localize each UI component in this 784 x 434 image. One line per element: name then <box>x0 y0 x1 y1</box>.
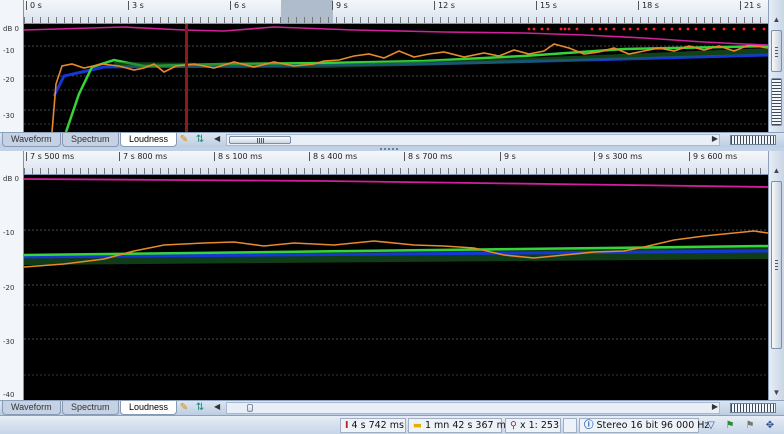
arrow-up-icon[interactable]: ▲ <box>771 165 782 176</box>
ruler-label: 21 s <box>740 1 761 10</box>
magic-wand-icon[interactable]: ✎ <box>178 402 190 414</box>
top-loudness-graph <box>24 24 768 132</box>
y-label-minus20: -20 <box>3 284 15 292</box>
bottom-y-axis: dB 0 -10 -20 -30 -40 <box>0 151 24 400</box>
ruler-label: 15 s <box>536 1 557 10</box>
up-down-arrows-icon[interactable]: ⇅ <box>194 402 206 414</box>
ruler-label: 18 s <box>638 1 659 10</box>
arrow-down-icon[interactable]: ▼ <box>771 387 782 398</box>
arrow-left-icon[interactable]: ◀ <box>214 402 220 411</box>
y-label-minus10: -10 <box>3 229 15 237</box>
y-label-minus40: -40 <box>3 391 15 399</box>
top-view-tabs-bar: Waveform Spectrum Loudness ✎ ⇅ ◀ ▶ <box>0 132 784 147</box>
top-y-axis: dB 0 -10 -20 -30 <box>0 0 24 132</box>
bottom-time-ruler[interactable]: 7 s 500 ms 7 s 800 ms 8 s 100 ms 8 s 400… <box>24 151 768 175</box>
y-label-minus10: -10 <box>3 47 15 55</box>
duration-icon: ▬ <box>413 420 422 431</box>
y-label-minus30: -30 <box>3 112 15 120</box>
arrow-right-icon[interactable]: ▶ <box>712 134 718 143</box>
filter-icon[interactable]: ▽ <box>703 418 719 433</box>
top-time-ruler[interactable]: 0 s 3 s 6 s 9 s 12 s 15 s 18 s 21 s <box>24 0 768 24</box>
ruler-minor-ticks <box>24 17 768 23</box>
arrow-up-icon[interactable]: ▲ <box>771 14 782 25</box>
cursor-position-icon: I <box>345 420 349 431</box>
ruler-label: 0 s <box>26 1 42 10</box>
ruler-label: 7 s 800 ms <box>119 152 167 161</box>
zoom-value: x 1: 253 <box>519 420 560 431</box>
status-zoom: ⚲ x 1: 253 <box>505 418 561 433</box>
bottom-vertical-scrollbar[interactable]: ▲ ▼ <box>768 151 784 400</box>
y-label-0db: dB 0 <box>3 175 19 183</box>
magic-wand-icon[interactable]: ✎ <box>178 134 190 146</box>
ruler-label: 6 s <box>230 1 246 10</box>
playback-cursor <box>185 24 188 132</box>
tab-waveform[interactable]: Waveform <box>2 401 61 415</box>
cursor-position-value: 4 s 742 ms <box>351 420 404 431</box>
tab-waveform[interactable]: Waveform <box>2 133 61 147</box>
horizontal-scroll-thumb[interactable] <box>247 404 253 412</box>
clip-markers <box>527 27 766 31</box>
vertical-zoom-grip[interactable] <box>771 78 782 126</box>
ruler-label: 9 s 300 ms <box>594 152 642 161</box>
ruler-label: 9 s <box>332 1 348 10</box>
move-icon[interactable]: ✥ <box>762 418 778 433</box>
ruler-label: 9 s 600 ms <box>689 152 737 161</box>
y-label-0db: dB 0 <box>3 25 19 33</box>
ruler-label: 8 s 400 ms <box>309 152 357 161</box>
status-bar: I4 s 742 ms ▬ 1 mn 42 s 367 ms ⚲ x 1: 253 … <box>0 415 784 434</box>
y-label-minus30: -30 <box>3 338 15 346</box>
bottom-loudness-graph <box>24 178 768 376</box>
tab-spectrum[interactable]: Spectrum <box>62 133 119 147</box>
ruler-label: 12 s <box>434 1 455 10</box>
true-peak-line <box>24 178 768 188</box>
ruler-minor-ticks <box>24 168 768 174</box>
horizontal-zoom-grip[interactable] <box>730 403 776 413</box>
arrow-right-icon[interactable]: ▶ <box>712 402 718 411</box>
info-icon: ⓘ <box>584 420 594 431</box>
status-duration: ▬ 1 mn 42 s 367 ms <box>408 418 511 433</box>
format-value: Stereo 16 bit 96 000 Hz <box>596 420 710 431</box>
bottom-loudness-plot[interactable] <box>24 175 768 400</box>
duration-value: 1 mn 42 s 367 ms <box>424 420 511 431</box>
ruler-label: 8 s 100 ms <box>214 152 262 161</box>
status-cursor-position: I4 s 742 ms <box>340 418 406 433</box>
horizontal-zoom-grip[interactable] <box>730 135 776 145</box>
vertical-scroll-thumb[interactable] <box>771 30 782 72</box>
ruler-label: 7 s 500 ms <box>26 152 74 161</box>
zoom-icon: ⚲ <box>510 420 517 431</box>
marker-add-icon[interactable]: ⚑ <box>722 418 738 433</box>
top-horizontal-scrollbar[interactable] <box>226 134 720 146</box>
y-label-minus20: -20 <box>3 76 15 84</box>
horizontal-scroll-thumb[interactable] <box>229 136 291 144</box>
bottom-loudness-pane: dB 0 -10 -20 -30 -40 7 s 500 ms 7 s 800 … <box>0 151 784 415</box>
top-loudness-plot[interactable] <box>24 24 768 132</box>
ruler-label: 3 s <box>128 1 144 10</box>
marker-remove-icon[interactable]: ⚑ <box>742 418 758 433</box>
true-peak-line <box>24 26 768 46</box>
top-vertical-scrollbar[interactable]: ▲ <box>768 0 784 132</box>
tab-loudness[interactable]: Loudness <box>120 401 178 415</box>
ruler-label: 8 s 700 ms <box>404 152 452 161</box>
up-down-arrows-icon[interactable]: ⇅ <box>194 134 206 146</box>
bottom-view-tabs-bar: Waveform Spectrum Loudness ✎ ⇅ ◀ ▶ <box>0 400 784 415</box>
tab-spectrum[interactable]: Spectrum <box>62 401 119 415</box>
vertical-scroll-thumb[interactable] <box>771 181 782 349</box>
bottom-horizontal-scrollbar[interactable] <box>226 402 720 414</box>
top-loudness-pane: dB 0 -10 -20 -30 0 s 3 s 6 s 9 s 12 s 15… <box>0 0 784 147</box>
arrow-left-icon[interactable]: ◀ <box>214 134 220 143</box>
status-empty-cell <box>563 418 577 433</box>
tab-loudness[interactable]: Loudness <box>120 133 178 147</box>
status-format: ⓘ Stereo 16 bit 96 000 Hz <box>579 418 709 433</box>
ruler-label: 9 s <box>500 152 516 161</box>
